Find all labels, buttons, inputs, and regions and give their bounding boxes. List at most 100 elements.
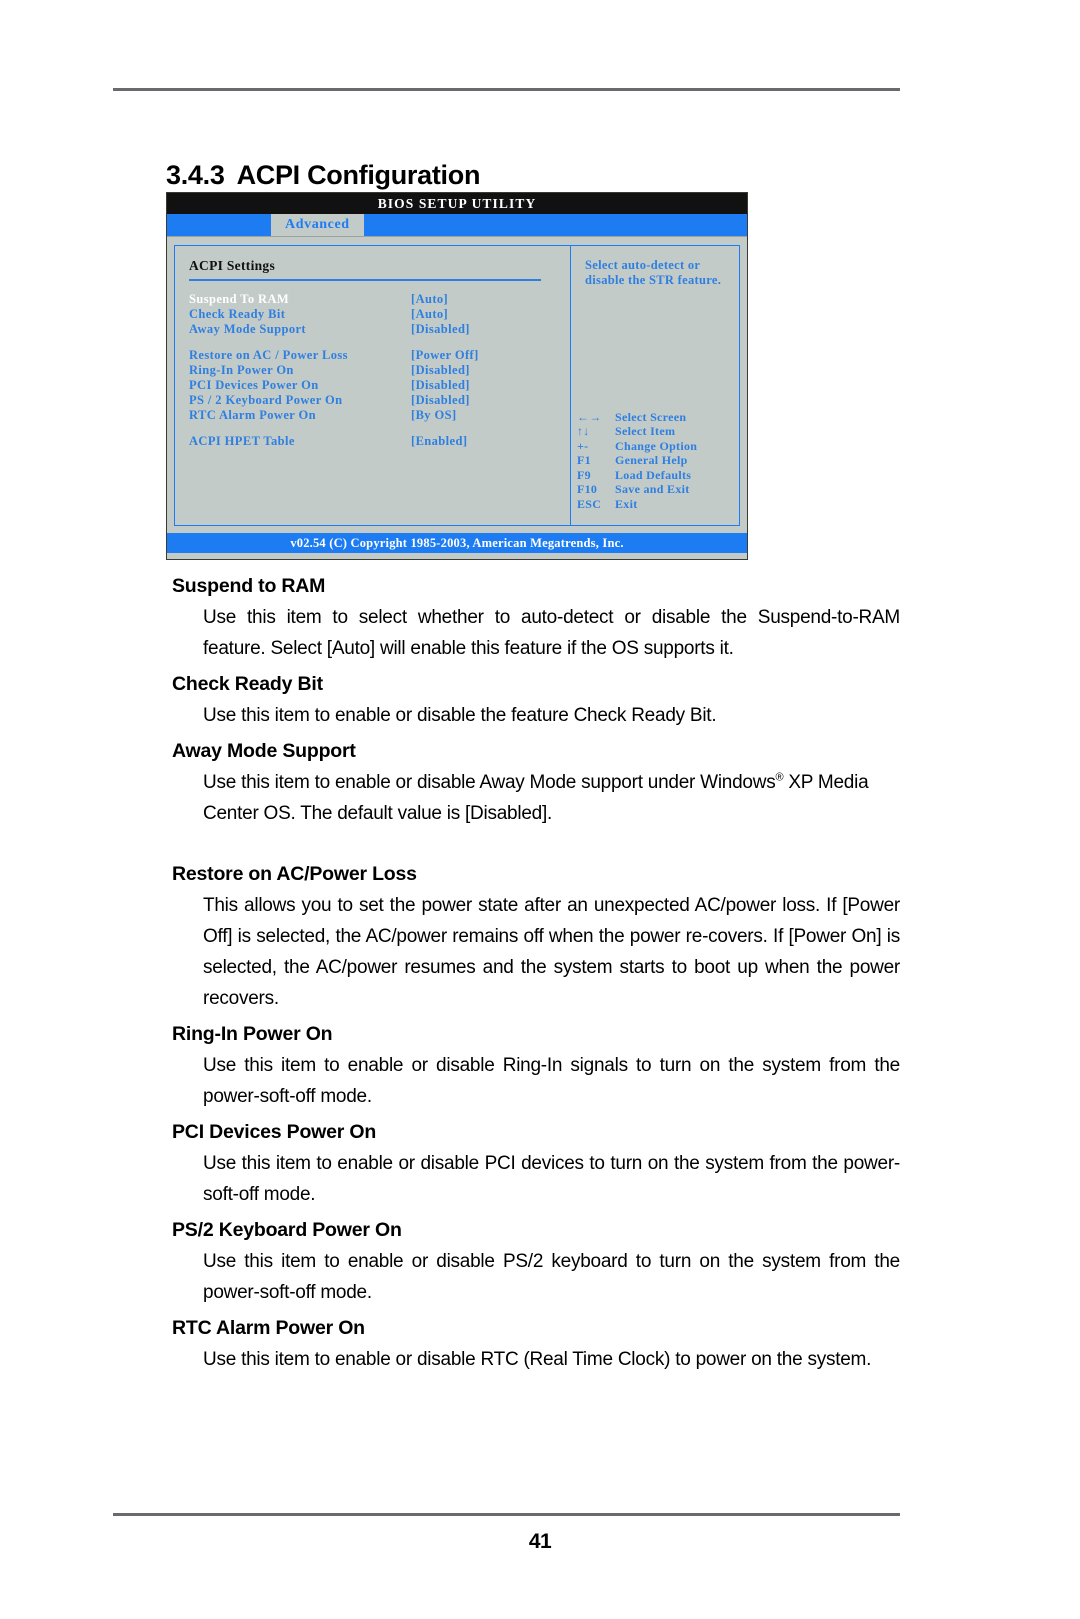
key-esc: ESC [577,496,602,511]
key-legend-desc: Exit [615,496,638,511]
setting-label: ACPI HPET Table [189,434,295,448]
setting-label: PCI Devices Power On [189,378,319,392]
arrow-up-down-icon: ↑↓ [577,424,590,438]
bios-tab-bar: Advanced [167,214,747,237]
key-legend-row: +- Change Option [577,439,697,454]
key-legend-desc: Select Item [615,424,676,438]
term-heading: RTC Alarm Power On [172,1317,365,1339]
setting-row-ps2-keyboard-power-on[interactable]: PS / 2 Keyboard Power On [Disabled] [189,393,570,408]
key-legend-desc: Change Option [615,438,698,453]
arrow-left-right-icon: ←→ [577,409,602,424]
setting-row-ring-in-power-on[interactable]: Ring-In Power On [Disabled] [189,363,570,378]
term-description: Use this item to enable or disable PCI d… [203,1153,900,1205]
entry-check-ready-bit: Check Ready Bit Use this item to enable … [0,673,1080,731]
key-legend-row: ←→ Select Screen [577,410,697,425]
setting-row-rtc-alarm-power-on[interactable]: RTC Alarm Power On [By OS] [189,408,570,423]
entry-ps2-keyboard-power-on: PS/2 Keyboard Power On Use this item to … [0,1219,1080,1308]
setting-value[interactable]: [Disabled] [411,378,470,393]
setting-label: RTC Alarm Power On [189,408,317,422]
settings-group-3: ACPI HPET Table [Enabled] [189,434,570,449]
key-f9: F9 [577,467,591,482]
term-description: Use this item to enable or disable PS/2 … [203,1251,900,1303]
key-legend: ←→ Select Screen ↑↓ Select Item +- Chang… [577,410,697,512]
term-heading: Ring-In Power On [172,1023,333,1045]
page-title: 3.4.3 ACPI Configuration [166,160,480,191]
settings-heading-divider [189,279,541,281]
term-heading: PCI Devices Power On [172,1121,377,1143]
key-legend-row: F9 Load Defaults [577,468,697,483]
bios-title-bar: BIOS SETUP UTILITY [167,193,747,214]
setting-row-check-ready-bit[interactable]: Check Ready Bit [Auto] [189,307,570,322]
bios-body: ACPI Settings Suspend To RAM [Auto] Chec… [167,237,747,533]
term-description: Use this item to select whether to auto-… [203,607,900,659]
setting-label: Check Ready Bit [189,307,286,321]
bios-help-panel: Select auto-detect or disable the STR fe… [571,246,739,525]
term-heading: Away Mode Support [172,740,356,762]
setting-label: Away Mode Support [189,322,306,336]
key-legend-row: ↑↓ Select Item [577,424,697,439]
setting-value[interactable]: [Disabled] [411,322,470,337]
settings-group-1: Suspend To RAM [Auto] Check Ready Bit [A… [189,292,570,337]
key-legend-desc: General Help [615,453,688,467]
setting-value[interactable]: [Auto] [411,292,448,307]
key-legend-row: F1 General Help [577,453,697,468]
document-page: 3.4.3 ACPI Configuration BIOS SETUP UTILI… [0,0,1080,1619]
setting-value[interactable]: [Disabled] [411,393,470,408]
entry-suspend-to-ram: Suspend to RAM Use this item to select w… [0,575,1080,664]
help-text: Select auto-detect or disable the STR fe… [585,258,722,287]
setting-value[interactable]: [Auto] [411,307,448,322]
key-f10: F10 [577,482,598,496]
key-legend-desc: Select Screen [615,409,687,424]
bios-setup-screenshot: BIOS SETUP UTILITY Advanced ACPI Setting… [166,192,748,560]
page-number: 41 [528,1530,552,1553]
setting-row-pci-devices-power-on[interactable]: PCI Devices Power On [Disabled] [189,378,570,393]
section-number: 3.4.3 [166,160,225,191]
key-legend-desc: Save and Exit [615,482,690,496]
key-legend-row: F10 Save and Exit [577,482,697,497]
bios-title-text: BIOS SETUP UTILITY [377,195,537,211]
term-description: This allows you to set the power state a… [203,895,900,1009]
setting-row-acpi-hpet-table[interactable]: ACPI HPET Table [Enabled] [189,434,570,449]
term-description: Use this item to enable or disable RTC (… [203,1349,872,1370]
entry-rtc-alarm-power-on: RTC Alarm Power On Use this item to enab… [0,1317,1080,1375]
setting-value[interactable]: [Enabled] [411,434,467,449]
bios-footer-bar: v02.54 (C) Copyright 1985-2003, American… [167,533,747,553]
setting-value[interactable]: [Disabled] [411,363,470,378]
setting-label: PS / 2 Keyboard Power On [189,393,343,407]
setting-row-away-mode-support[interactable]: Away Mode Support [Disabled] [189,322,570,337]
settings-panel-heading: ACPI Settings [189,258,276,273]
setting-row-restore-on-ac-power-loss[interactable]: Restore on AC / Power Loss [Power Off] [189,348,570,363]
setting-row-suspend-to-ram[interactable]: Suspend To RAM [Auto] [189,292,570,307]
key-f1: F1 [577,453,591,467]
plus-minus-icon: +- [577,438,589,453]
term-heading: Check Ready Bit [172,673,323,695]
body-content: Suspend to RAM Use this item to select w… [0,575,1080,1384]
entry-restore-on-ac-power-loss: Restore on AC/Power Loss This allows you… [0,863,1080,1014]
entry-ring-in-power-on: Ring-In Power On Use this item to enable… [0,1023,1080,1112]
setting-label: Ring-In Power On [189,363,294,377]
description-part-1: Use this item to enable or disable Away … [203,772,776,793]
bios-frame: ACPI Settings Suspend To RAM [Auto] Chec… [174,245,740,526]
section-title: ACPI Configuration [236,160,481,191]
term-heading: Restore on AC/Power Loss [172,863,417,885]
key-legend-row: ESC Exit [577,497,697,512]
key-legend-desc: Load Defaults [615,467,692,482]
bios-settings-panel: ACPI Settings Suspend To RAM [Auto] Chec… [175,246,571,525]
setting-value[interactable]: [By OS] [411,408,457,423]
footer-rule [113,1513,900,1516]
settings-group-2: Restore on AC / Power Loss [Power Off] R… [189,348,570,423]
entry-away-mode-support: Away Mode Support Use this item to enabl… [0,740,1080,829]
header-rule [113,88,900,91]
term-description: Use this item to enable or disable the f… [203,705,717,726]
term-description: Use this item to enable or disable Ring-… [203,1055,900,1107]
tab-advanced[interactable]: Advanced [271,214,364,236]
term-heading: Suspend to RAM [172,575,326,597]
term-heading: PS/2 Keyboard Power On [172,1219,402,1241]
tab-spacer-left [167,214,271,236]
setting-label: Suspend To RAM [189,292,290,306]
term-description: Use this item to enable or disable Away … [203,767,900,829]
setting-value[interactable]: [Power Off] [411,348,479,363]
entry-pci-devices-power-on: PCI Devices Power On Use this item to en… [0,1121,1080,1210]
tab-spacer-right [364,214,747,236]
setting-label: Restore on AC / Power Loss [189,348,348,362]
